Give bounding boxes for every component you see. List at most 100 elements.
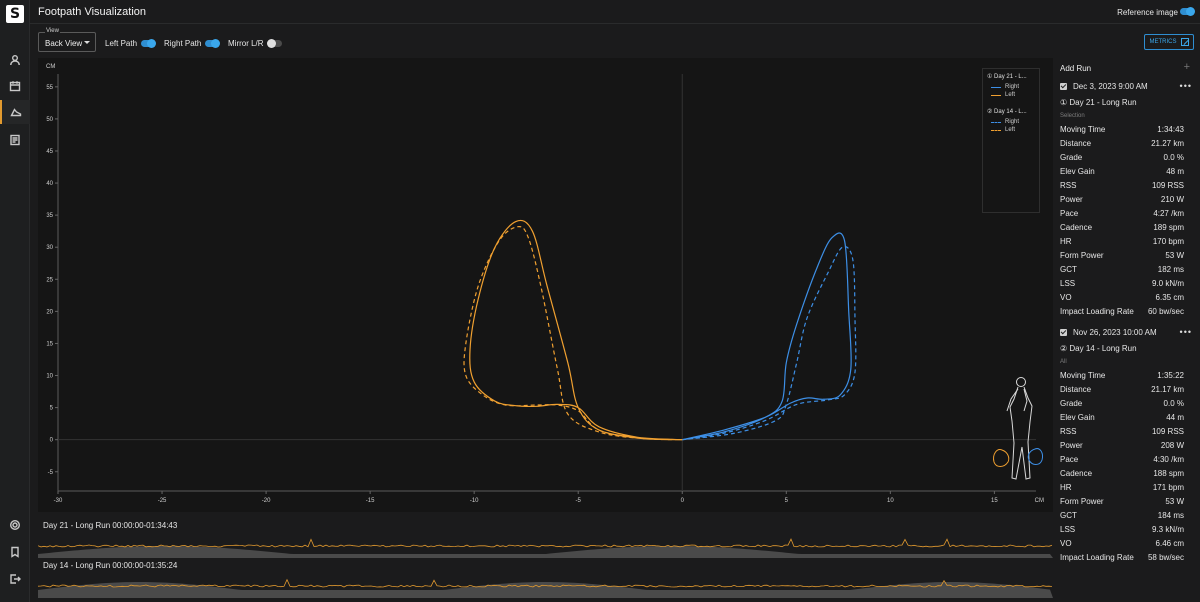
metric-label: GCT (1060, 511, 1077, 520)
timeline-elevation (38, 546, 1053, 558)
mirror-toggle[interactable] (266, 39, 282, 48)
expand-icon (1180, 38, 1189, 46)
timeline-label: Day 14 - Long Run 00:00:00-01:35:24 (43, 561, 178, 570)
metric-row: Pace 4:30 /km (1060, 455, 1184, 465)
metric-label: Form Power (1060, 497, 1104, 506)
metric-row: Moving Time 1:34:43 (1060, 125, 1184, 135)
legend-entry[interactable]: Right (991, 119, 1035, 125)
timeline-track[interactable] (38, 534, 1053, 558)
y-tick-label: 40 (46, 181, 53, 187)
metric-value: 58 bw/sec (1147, 553, 1184, 562)
chart-legend: ① Day 21 - L... Right Left ② Day 14 - L.… (982, 68, 1040, 213)
metric-value: 21.17 km (1151, 385, 1184, 394)
run-2-checkbox[interactable] (1060, 328, 1067, 336)
metric-label: Power (1060, 195, 1083, 204)
metric-row: RSS 109 RSS (1060, 427, 1184, 437)
metric-label: Cadence (1060, 469, 1093, 478)
right-path-control[interactable]: Right Path (164, 39, 221, 48)
mirror-label: Mirror L/R (228, 39, 264, 48)
metric-label: HR (1060, 237, 1072, 246)
metric-label: Moving Time (1060, 371, 1106, 380)
y-unit-label: CM (46, 64, 55, 70)
metric-label: Elev Gain (1060, 167, 1095, 176)
metric-value: 0.0 % (1163, 153, 1184, 162)
metric-row: Grade 0.0 % (1060, 153, 1184, 163)
legend-swatch (991, 129, 1001, 131)
view-value: Back View (45, 39, 83, 48)
metric-row: Pace 4:27 /km (1060, 209, 1184, 219)
report-icon[interactable] (0, 128, 30, 152)
y-tick-label: 35 (46, 213, 53, 219)
metric-label: Grade (1060, 153, 1083, 162)
legend-group-title: ② Day 14 - L... (987, 109, 1027, 115)
metric-value: 9.3 kN/m (1151, 525, 1184, 534)
legend-entry[interactable]: Left (991, 127, 1035, 133)
footpath-series-right-solid (682, 232, 852, 441)
view-select[interactable]: View Back View (38, 28, 96, 52)
metric-row: VO 6.46 cm (1060, 539, 1184, 549)
x-tick-label: -30 (54, 498, 63, 504)
metric-value: 170 bpm (1152, 237, 1184, 246)
reference-image-toggle[interactable] (1180, 7, 1195, 16)
timeline-track[interactable] (38, 574, 1053, 598)
run-1-checkbox[interactable] (1060, 82, 1067, 90)
metric-row: GCT 184 ms (1060, 511, 1184, 521)
footpath-series-left-dashed (463, 225, 683, 441)
gear-icon[interactable] (0, 513, 30, 537)
legend-swatch (991, 121, 1001, 123)
metric-value: 189 spm (1153, 223, 1184, 232)
timeline-elevation (38, 582, 1053, 598)
x-tick-label: -15 (366, 498, 375, 504)
metric-row: Elev Gain 44 m (1060, 413, 1184, 423)
run-1-name: ① Day 21 - Long Run (1060, 98, 1137, 107)
metric-row: Distance 21.27 km (1060, 139, 1184, 149)
metrics-button[interactable]: METRICS (1144, 34, 1194, 50)
metric-value: 208 W (1160, 441, 1184, 450)
metric-value: 60 bw/sec (1147, 307, 1184, 316)
more-options-icon[interactable]: ••• (1180, 327, 1192, 337)
metric-row: Cadence 189 spm (1060, 223, 1184, 233)
timeline-run-1[interactable]: Day 21 - Long Run 00:00:00-01:34:43 (38, 518, 1053, 558)
metric-value: 53 W (1165, 251, 1184, 260)
metric-row: Power 208 W (1060, 441, 1184, 451)
x-tick-label: 15 (991, 498, 998, 504)
right-path-toggle[interactable] (205, 39, 221, 48)
metric-label: Impact Loading Rate (1060, 307, 1134, 316)
metric-value: 0.0 % (1163, 399, 1184, 408)
metric-label: RSS (1060, 181, 1077, 190)
logout-icon[interactable] (0, 567, 30, 591)
add-run-plus-icon[interactable]: + (1184, 61, 1190, 73)
footpath-chart: -5 0 5 10 15 20 25 30 35 40 45 50 55 -30 -25 -20 -15 -10-… (38, 58, 1053, 512)
footpath-series-right-dashed (682, 246, 857, 441)
more-options-icon[interactable]: ••• (1180, 81, 1192, 91)
legend-entry[interactable]: Right (991, 84, 1035, 90)
view-caption: View (45, 28, 60, 34)
metric-row: GCT 182 ms (1060, 265, 1184, 275)
metric-label: Elev Gain (1060, 413, 1095, 422)
metric-value: 109 RSS (1151, 181, 1184, 190)
left-path-toggle[interactable] (141, 39, 157, 48)
bookmark-icon[interactable] (0, 540, 30, 564)
timeline-signal (38, 538, 1053, 548)
mirror-control[interactable]: Mirror L/R (228, 39, 282, 48)
calendar-icon[interactable] (0, 74, 30, 98)
x-unit-label: CM (1035, 498, 1044, 504)
y-tick-label: -5 (48, 470, 54, 476)
app-logo[interactable]: S (6, 5, 24, 23)
metrics-label: METRICS (1149, 39, 1177, 45)
timeline-run-2[interactable]: Day 14 - Long Run 00:00:00-01:35:24 (38, 558, 1053, 598)
metric-row: Form Power 53 W (1060, 251, 1184, 261)
person-icon[interactable] (0, 48, 30, 72)
left-path-control[interactable]: Left Path (105, 39, 157, 48)
legend-entry[interactable]: Left (991, 92, 1035, 98)
metric-row: HR 171 bpm (1060, 483, 1184, 493)
x-tick-label: 5 (785, 498, 789, 504)
chevron-down-icon (84, 41, 90, 44)
shoe-icon[interactable] (0, 100, 30, 124)
metric-label: LSS (1060, 525, 1076, 534)
metric-value: 53 W (1165, 497, 1184, 506)
metric-row: HR 170 bpm (1060, 237, 1184, 247)
footpath-plot[interactable]: -50510152025303540455055-30 -25 -20 -15 -10-… (38, 58, 1053, 512)
metric-row: Impact Loading Rate 60 bw/sec (1060, 307, 1184, 317)
legend-label: Left (1005, 92, 1016, 98)
